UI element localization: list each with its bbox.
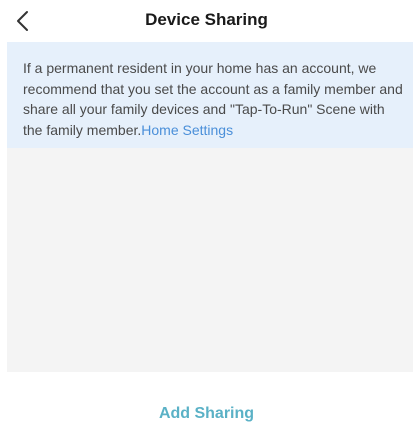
sharing-list-area	[7, 148, 413, 372]
add-sharing-button[interactable]: Add Sharing	[0, 405, 413, 423]
page-title: Device Sharing	[145, 10, 268, 29]
nav-header: Device Sharing	[0, 0, 413, 42]
home-settings-link[interactable]: Home Settings	[141, 122, 233, 138]
device-sharing-screen: Device Sharing If a permanent resident i…	[0, 0, 413, 434]
family-member-notice: If a permanent resident in your home has…	[7, 42, 413, 148]
